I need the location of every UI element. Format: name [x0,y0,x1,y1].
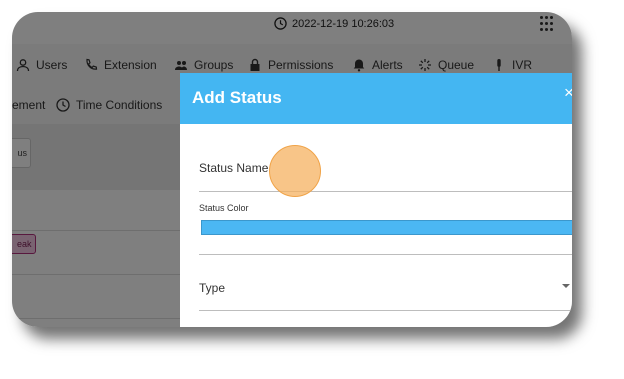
close-icon[interactable]: × [564,84,572,101]
add-status-dialog: Add Status × Status Name Status Color Ty… [180,73,572,327]
type-select[interactable] [199,310,572,311]
type-label: Type [199,281,226,295]
status-color-underline [199,254,572,255]
dialog-title: Add Status [192,88,282,107]
dialog-header: Add Status × [180,73,572,124]
status-name-input[interactable] [199,191,572,192]
click-indicator [269,145,321,197]
chevron-down-icon[interactable] [562,284,570,288]
status-color-label: Status Color [199,203,249,213]
app-window: 2022-12-19 10:26:03 Users Extension Grou… [12,12,572,327]
status-name-label: Status Name [199,161,269,175]
status-color-picker[interactable] [201,220,572,235]
